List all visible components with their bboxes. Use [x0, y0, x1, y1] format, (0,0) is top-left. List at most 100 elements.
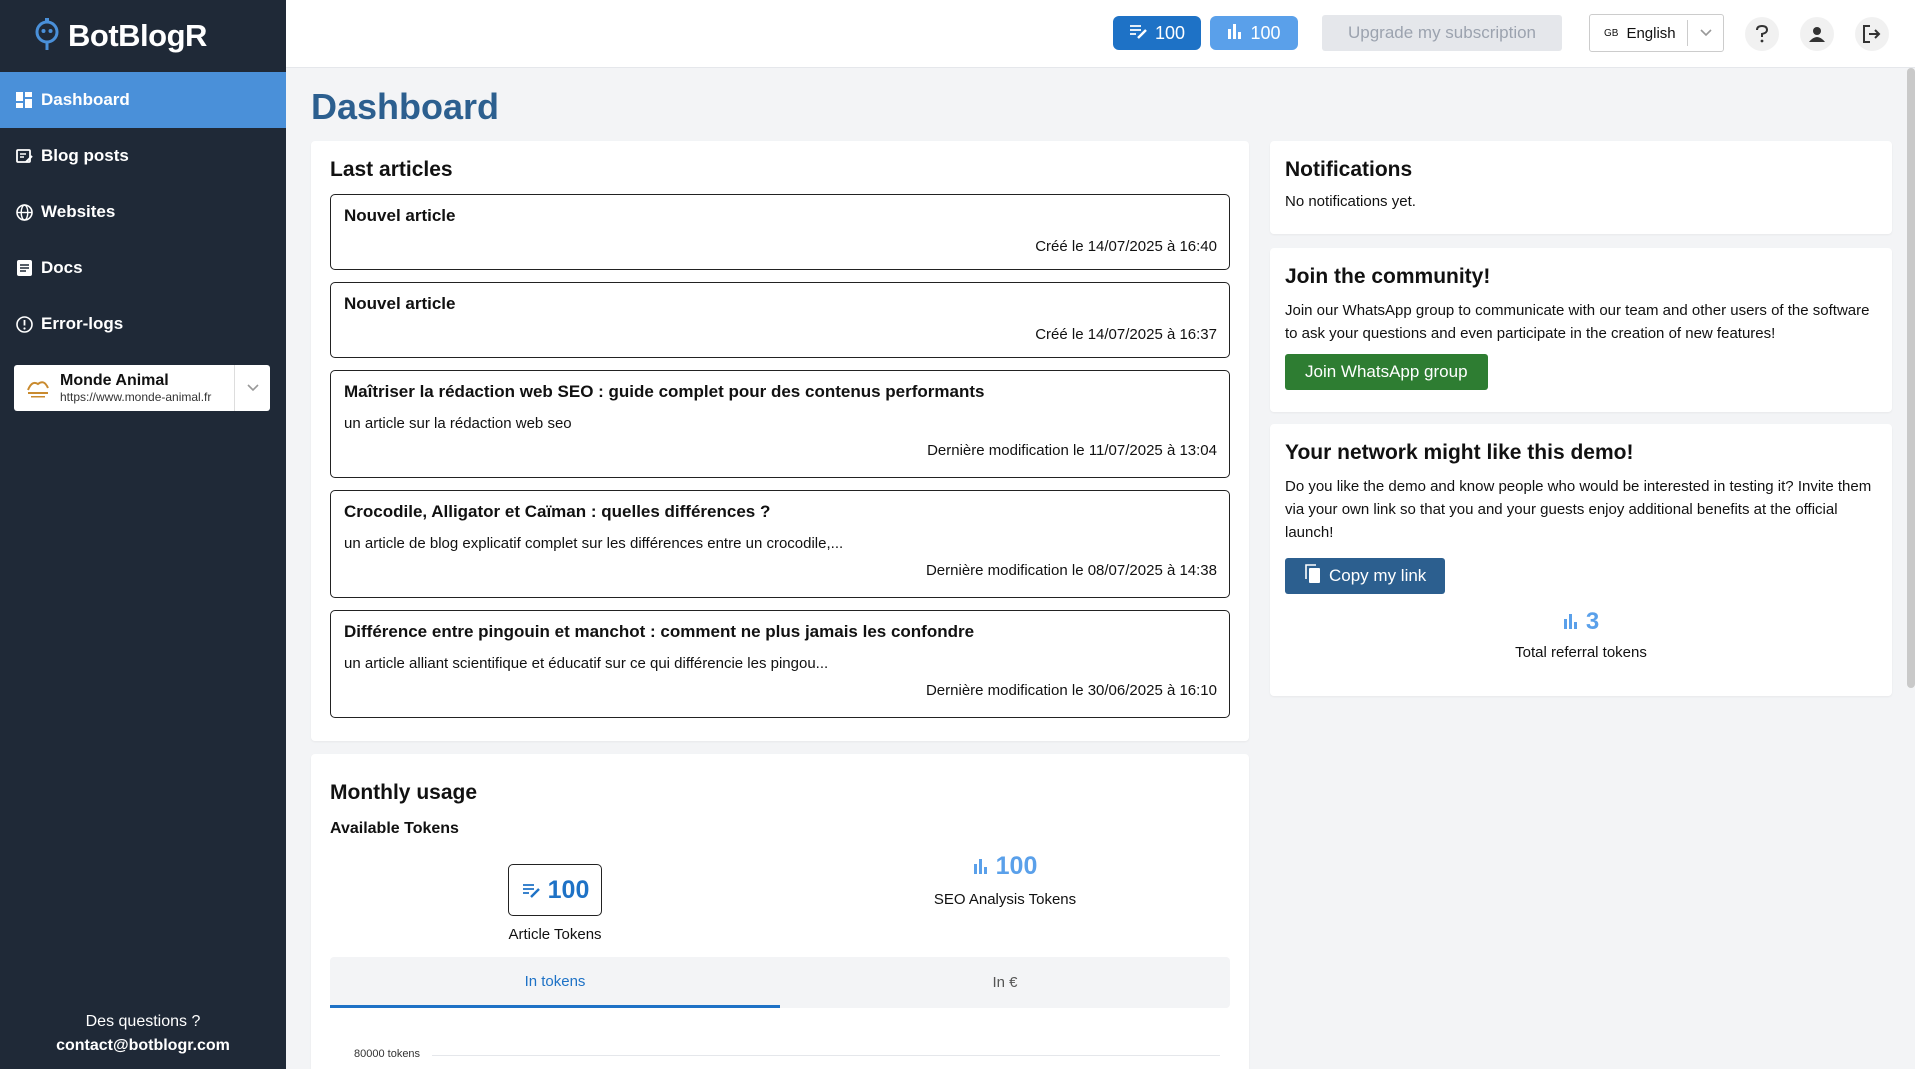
- page-title: Dashboard: [311, 86, 500, 127]
- sidebar-item-error-logs[interactable]: Error-logs: [0, 296, 286, 352]
- article-tokens-number: 100: [547, 876, 590, 904]
- article-description: un article alliant scientifique et éduca…: [344, 655, 829, 672]
- article-date: Dernière modification le 08/07/2025 à 14…: [925, 562, 1217, 579]
- notifications-card: Notifications No notifications yet.: [1270, 141, 1892, 234]
- dashboard-icon: [15, 91, 33, 109]
- article-item[interactable]: Crocodile, Alligator et Caïman : quelles…: [330, 490, 1230, 598]
- article-item[interactable]: Différence entre pingouin et manchot : c…: [330, 610, 1230, 718]
- language-label: English: [1626, 24, 1676, 42]
- robot-logo-icon: [32, 16, 62, 57]
- article-description: un article sur la rédaction web seo: [344, 415, 572, 432]
- seo-tokens-value: 100: [973, 852, 1038, 881]
- article-title: Différence entre pingouin et manchot : c…: [344, 622, 975, 641]
- site-selector[interactable]: Monde Animal https://www.monde-animal.fr: [14, 365, 270, 411]
- notifications-empty-text: No notifications yet.: [1285, 193, 1416, 210]
- article-date: Créé le 14/07/2025 à 16:40: [1035, 238, 1217, 255]
- usage-tabs: In tokens In €: [330, 957, 1230, 1008]
- tab-in-tokens[interactable]: In tokens: [330, 957, 780, 1008]
- article-tokens-label: Article Tokens: [508, 926, 602, 943]
- article-token-icon: [522, 876, 542, 905]
- article-tokens-count: 100: [1154, 22, 1186, 43]
- copy-icon: [1305, 563, 1321, 589]
- seo-tokens-number: 100: [995, 852, 1038, 880]
- notifications-title: Notifications: [1285, 158, 1413, 181]
- community-card: Join the community! Join our WhatsApp gr…: [1270, 248, 1892, 412]
- monthly-usage-card: Monthly usage Available Tokens 100 Artic…: [311, 754, 1249, 1069]
- seo-tokens-count: 100: [1250, 22, 1281, 43]
- sidebar-item-websites[interactable]: Websites: [0, 184, 286, 240]
- chart-gridline: [432, 1055, 1220, 1056]
- article-description: un article de blog explicatif complet su…: [344, 535, 844, 552]
- referral-count: 3: [1585, 608, 1600, 635]
- article-date: Dernière modification le 11/07/2025 à 13…: [927, 442, 1217, 459]
- app-name: BotBlogR: [68, 18, 207, 53]
- article-item[interactable]: Nouvel article Créé le 14/07/2025 à 16:3…: [330, 282, 1230, 358]
- community-title: Join the community!: [1285, 265, 1491, 288]
- sidebar-footer: Des questions ? contact@botblogr.com: [0, 1013, 286, 1055]
- chevron-down-icon[interactable]: [234, 365, 270, 411]
- app-logo[interactable]: BotBlogR: [0, 0, 286, 72]
- sidebar-item-blog-posts[interactable]: Blog posts: [0, 128, 286, 184]
- sidebar-item-label: Docs: [41, 258, 83, 277]
- language-selector[interactable]: GB English: [1589, 14, 1724, 52]
- sidebar-item-docs[interactable]: Docs: [0, 240, 286, 296]
- sidebar-item-dashboard[interactable]: Dashboard: [0, 72, 286, 128]
- user-icon[interactable]: [1800, 17, 1834, 51]
- available-tokens-title: Available Tokens: [330, 820, 459, 837]
- token-summary: 100 Article Tokens 100 SEO Analysis Toke…: [330, 852, 1230, 943]
- site-name: Monde Animal: [60, 372, 169, 389]
- article-tokens-stat: 100 Article Tokens: [330, 852, 780, 943]
- error-icon: [15, 315, 33, 333]
- copy-link-button[interactable]: Copy my link: [1285, 558, 1446, 594]
- bar-chart-icon: [1563, 608, 1580, 636]
- sidebar-item-label: Blog posts: [41, 146, 129, 165]
- contact-email-link[interactable]: contact@botblogr.com: [0, 1037, 286, 1055]
- seo-tokens-stat: 100 SEO Analysis Tokens: [780, 852, 1230, 943]
- article-item[interactable]: Nouvel article Créé le 14/07/2025 à 16:4…: [330, 194, 1230, 270]
- article-title: Nouvel article: [344, 294, 456, 313]
- article-tokens-value: 100: [507, 864, 603, 916]
- article-date: Créé le 14/07/2025 à 16:37: [1035, 326, 1217, 343]
- referral-text: Do you like the demo and know people who…: [1285, 478, 1872, 541]
- article-date: Dernière modification le 30/06/2025 à 16…: [925, 682, 1217, 699]
- monthly-usage-title: Monthly usage: [330, 781, 478, 804]
- page-scrollbar[interactable]: [1907, 68, 1915, 688]
- seo-tokens-badge[interactable]: 100: [1210, 16, 1298, 50]
- referral-title: Your network might like this demo!: [1285, 441, 1634, 464]
- chart-y-tick: 80000 tokens: [354, 1048, 421, 1060]
- help-icon[interactable]: [1745, 17, 1779, 51]
- seo-token-icon: [973, 852, 990, 881]
- globe-icon: [15, 203, 33, 221]
- community-text: Join our WhatsApp group to communicate w…: [1285, 302, 1870, 342]
- docs-icon: [15, 259, 33, 277]
- referral-card: Your network might like this demo! Do yo…: [1270, 424, 1892, 696]
- footer-question: Des questions ?: [85, 1013, 201, 1030]
- join-whatsapp-button[interactable]: Join WhatsApp group: [1285, 354, 1488, 390]
- usage-chart: 80000 tokens: [330, 1008, 1230, 1069]
- seo-tokens-label: SEO Analysis Tokens: [933, 891, 1077, 908]
- article-item[interactable]: Maîtriser la rédaction web SEO : guide c…: [330, 370, 1230, 478]
- blog-posts-icon: [15, 147, 33, 165]
- site-info: Monde Animal https://www.monde-animal.fr: [52, 372, 234, 404]
- article-title: Nouvel article: [344, 206, 456, 225]
- sidebar-item-label: Error-logs: [41, 314, 124, 333]
- seo-token-icon: [1227, 23, 1244, 44]
- last-articles-title: Last articles: [330, 158, 453, 181]
- copy-link-label: Copy my link: [1329, 566, 1427, 585]
- article-tokens-badge[interactable]: 100: [1113, 16, 1201, 50]
- upgrade-subscription-button[interactable]: Upgrade my subscription: [1322, 15, 1562, 51]
- logout-icon[interactable]: [1855, 17, 1889, 51]
- sidebar-item-label: Dashboard: [41, 90, 130, 109]
- referral-value: 3: [1563, 608, 1599, 636]
- chevron-down-icon[interactable]: [1687, 20, 1723, 46]
- site-logo-icon: [24, 374, 52, 402]
- tab-in-euros[interactable]: In €: [780, 957, 1230, 1008]
- last-articles-card: Last articles Nouvel article Créé le 14/…: [311, 141, 1249, 741]
- site-url: https://www.monde-animal.fr: [60, 390, 212, 404]
- top-bar: 100 100 Upgrade my subscription GB Engli…: [286, 0, 1915, 68]
- article-title: Crocodile, Alligator et Caïman : quelles…: [344, 502, 771, 521]
- article-token-icon: [1129, 23, 1149, 44]
- flag-gb: GB: [1604, 27, 1619, 39]
- article-title: Maîtriser la rédaction web SEO : guide c…: [344, 382, 985, 401]
- referral-label: Total referral tokens: [1515, 644, 1647, 661]
